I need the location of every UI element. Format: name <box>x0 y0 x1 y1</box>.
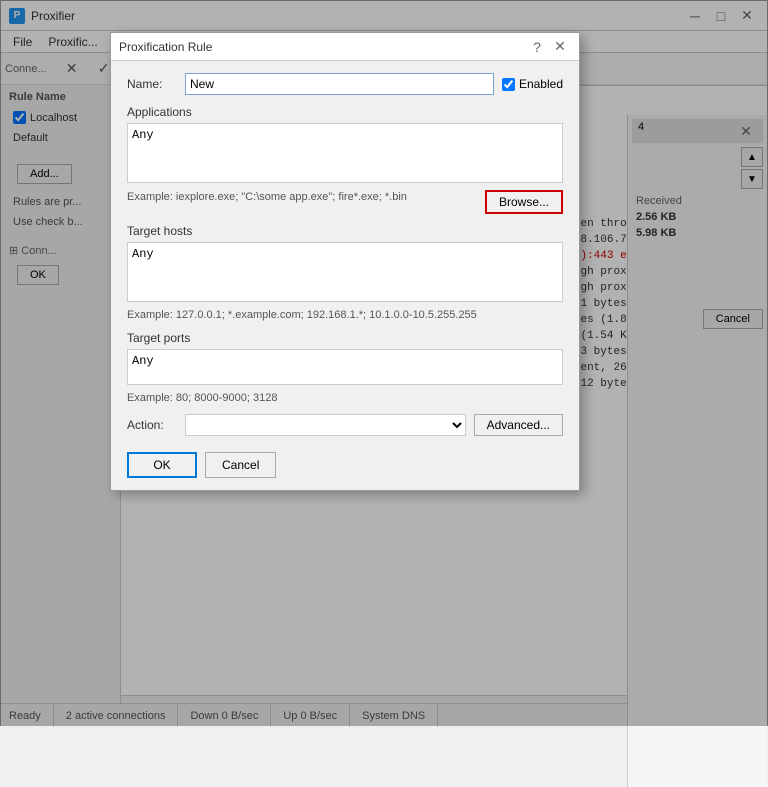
name-input[interactable] <box>185 73 494 95</box>
dialog-ok-button[interactable]: OK <box>127 452 197 478</box>
dialog-body: Name: Enabled Applications Any Example: … <box>111 61 579 490</box>
target-hosts-label: Target hosts <box>127 224 563 238</box>
enabled-checkbox[interactable] <box>502 78 515 91</box>
example-hosts-text: Example: 127.0.0.1; *.example.com; 192.1… <box>127 309 563 321</box>
name-row: Name: Enabled <box>127 73 563 95</box>
applications-section: Applications Any Example: iexplore.exe; … <box>127 105 563 214</box>
dialog-buttons: OK Cancel <box>127 448 563 478</box>
example-apps-text: Example: iexplore.exe; "C:\some app.exe"… <box>127 191 407 203</box>
advanced-button[interactable]: Advanced... <box>474 414 563 436</box>
action-label: Action: <box>127 418 177 432</box>
proxification-rule-dialog: Proxification Rule ? ✕ Name: Enabled App… <box>110 32 580 491</box>
target-ports-label: Target ports <box>127 331 563 345</box>
action-row: Action: Advanced... <box>127 414 563 436</box>
action-select[interactable] <box>185 414 466 436</box>
dialog-overlay: Proxification Rule ? ✕ Name: Enabled App… <box>0 0 768 726</box>
dialog-title-controls: ? ✕ <box>526 37 571 57</box>
example-ports-text: Example: 80; 8000-9000; 3128 <box>127 392 563 404</box>
dialog-help-button[interactable]: ? <box>526 37 548 57</box>
dialog-close-button[interactable]: ✕ <box>549 37 571 57</box>
target-ports-textarea[interactable]: Any <box>127 349 563 385</box>
name-label: Name: <box>127 77 177 91</box>
browse-button[interactable]: Browse... <box>485 190 563 214</box>
target-ports-section: Target ports Any Example: 80; 8000-9000;… <box>127 331 563 404</box>
enabled-text: Enabled <box>519 77 563 91</box>
enabled-label[interactable]: Enabled <box>502 77 563 91</box>
dialog-title-bar: Proxification Rule ? ✕ <box>111 33 579 61</box>
dialog-title-text: Proxification Rule <box>119 40 526 54</box>
dialog-cancel-button[interactable]: Cancel <box>205 452 276 478</box>
applications-textarea[interactable]: Any <box>127 123 563 183</box>
target-hosts-section: Target hosts Any Example: 127.0.0.1; *.e… <box>127 224 563 321</box>
target-hosts-textarea[interactable]: Any <box>127 242 563 302</box>
applications-label: Applications <box>127 105 563 119</box>
